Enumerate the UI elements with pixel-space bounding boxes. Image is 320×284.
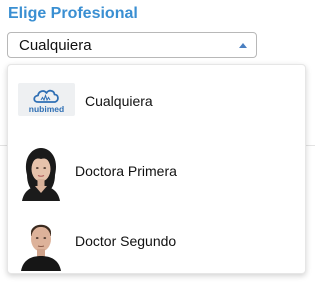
professional-select[interactable]: Cualquiera bbox=[7, 32, 257, 58]
select-value: Cualquiera bbox=[19, 37, 92, 54]
field-title: Elige Profesional bbox=[8, 5, 138, 22]
option-label: Doctor Segundo bbox=[75, 233, 177, 249]
dropdown-menu: nubimed Cualquiera Doctora Primera Docto… bbox=[7, 64, 306, 274]
female-avatar-icon bbox=[19, 145, 63, 201]
male-avatar-icon bbox=[19, 215, 63, 271]
option-doctor-segundo[interactable]: Doctor Segundo bbox=[8, 205, 305, 275]
option-label: Doctora Primera bbox=[75, 163, 177, 179]
caret-up-icon[interactable] bbox=[239, 43, 247, 48]
option-doctora-primera[interactable]: Doctora Primera bbox=[8, 135, 305, 205]
option-cualquiera[interactable]: nubimed Cualquiera bbox=[8, 65, 305, 135]
nubimed-logo-icon: nubimed bbox=[18, 83, 75, 116]
option-label: Cualquiera bbox=[85, 93, 153, 109]
svg-text:nubimed: nubimed bbox=[29, 104, 64, 114]
